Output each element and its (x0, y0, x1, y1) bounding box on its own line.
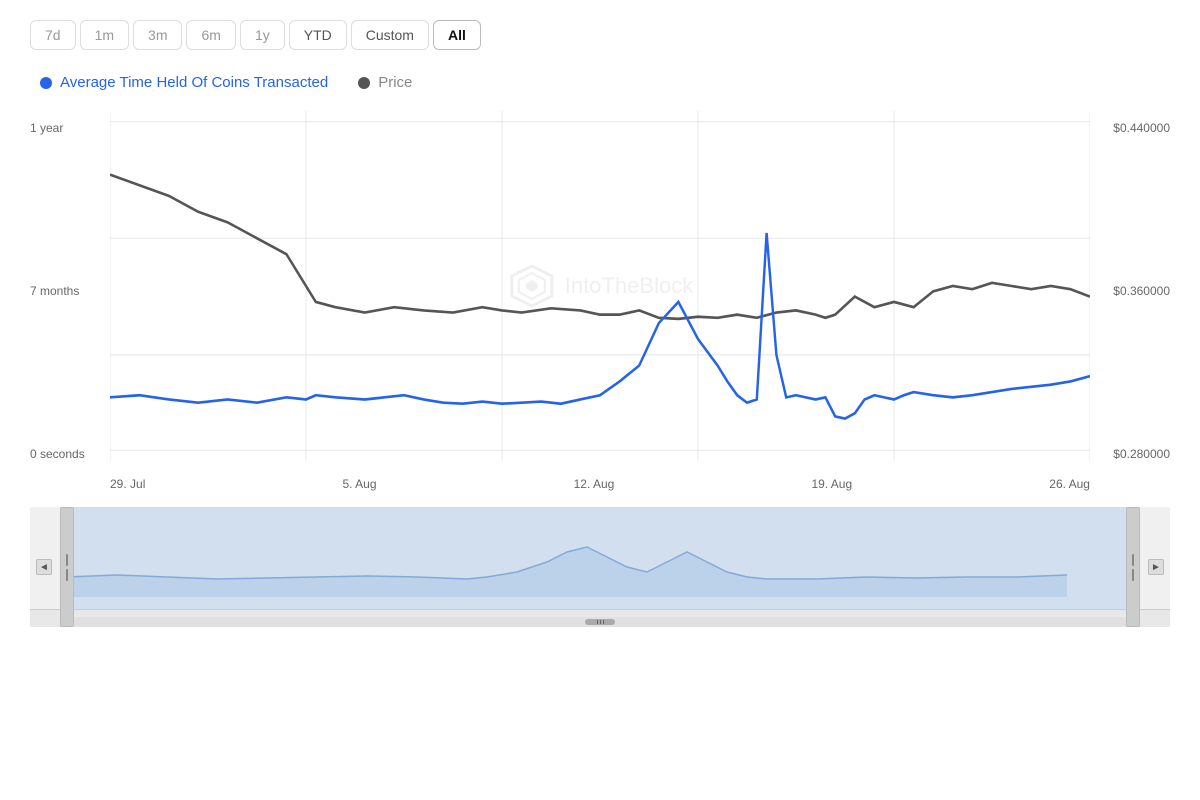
y-label-mid: 7 months (30, 284, 110, 298)
time-btn-1y[interactable]: 1y (240, 20, 285, 50)
navigator-arrow-right[interactable]: ► (1148, 559, 1164, 575)
x-label-4: 26. Aug (1049, 477, 1090, 491)
y-label-right-top: $0.440000 (1113, 121, 1170, 135)
navigator-handle-right[interactable] (1126, 507, 1140, 627)
main-container: 7d 1m 3m 6m 1y YTD Custom All Average Ti… (0, 0, 1200, 800)
chart-legend: Average Time Held Of Coins Transacted Pr… (30, 74, 1170, 91)
y-label-right-bottom: $0.280000 (1113, 447, 1170, 461)
y-label-bottom: 0 seconds (30, 447, 110, 461)
y-label-top: 1 year (30, 121, 110, 135)
handle-line (66, 569, 68, 581)
legend-item-series1: Average Time Held Of Coins Transacted (40, 74, 328, 91)
main-chart-svg (110, 111, 1090, 461)
navigator-handle-left[interactable] (60, 507, 74, 627)
time-btn-ytd[interactable]: YTD (289, 20, 347, 50)
navigator-arrow-left[interactable]: ◄ (36, 559, 52, 575)
legend-label-series1: Average Time Held Of Coins Transacted (60, 74, 328, 91)
legend-label-series2: Price (378, 74, 412, 91)
navigator-scrollbar[interactable] (67, 617, 1133, 627)
arrow-left-icon: ◄ (39, 562, 49, 573)
handle-lines-right (1132, 554, 1134, 581)
x-label-3: 19. Aug (811, 477, 852, 491)
avg-time-line (110, 233, 1090, 419)
navigator-scrollbar-thumb[interactable] (585, 619, 615, 625)
time-btn-7d[interactable]: 7d (30, 20, 76, 50)
handle-line (66, 554, 68, 566)
handle-line (1132, 569, 1134, 581)
time-btn-6m[interactable]: 6m (186, 20, 235, 50)
scrollbar-line (603, 620, 604, 624)
arrow-right-icon: ► (1151, 562, 1161, 573)
legend-dot-blue (40, 77, 52, 89)
handle-lines-left (66, 554, 68, 581)
y-label-right-mid: $0.360000 (1113, 284, 1170, 298)
time-btn-3m[interactable]: 3m (133, 20, 182, 50)
x-label-0: 29. Jul (110, 477, 145, 491)
time-btn-all[interactable]: All (433, 20, 481, 50)
legend-dot-dark (358, 77, 370, 89)
handle-line (1132, 554, 1134, 566)
x-label-2: 12. Aug (574, 477, 615, 491)
y-axis-right: $0.440000 $0.360000 $0.280000 (1090, 111, 1170, 491)
navigator-bottom-bar[interactable] (30, 609, 1170, 627)
legend-item-series2: Price (358, 74, 412, 91)
time-btn-custom[interactable]: Custom (351, 20, 429, 50)
x-label-1: 5. Aug (342, 477, 376, 491)
chart-svg-container: IntoTheBlock (110, 111, 1090, 461)
time-btn-1m[interactable]: 1m (80, 20, 129, 50)
scrollbar-line (597, 620, 598, 624)
time-range-bar: 7d 1m 3m 6m 1y YTD Custom All (30, 20, 1170, 50)
x-axis: 29. Jul 5. Aug 12. Aug 19. Aug 26. Aug (110, 461, 1090, 491)
chart-area: 1 year 7 months 0 seconds $0.440000 $0.3… (30, 111, 1170, 491)
y-axis-left: 1 year 7 months 0 seconds (30, 111, 110, 491)
price-line (110, 175, 1090, 319)
navigator: ◄ ► 5. Aug 19. Aug (30, 507, 1170, 627)
scrollbar-line (600, 620, 601, 624)
